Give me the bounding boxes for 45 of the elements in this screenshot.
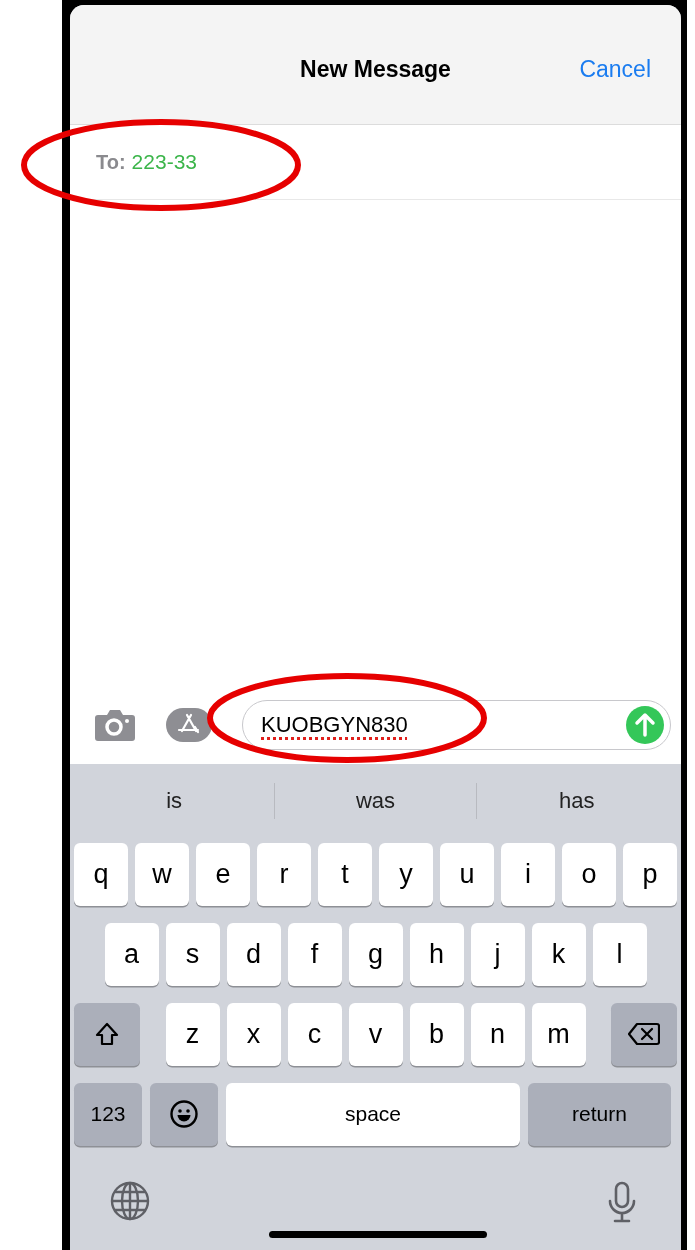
keyboard-key[interactable]: h	[409, 922, 464, 986]
keyboard-key[interactable]: q	[74, 842, 128, 906]
keyboard-key[interactable]: b	[409, 1002, 464, 1066]
keyboard-key[interactable]: i	[501, 842, 555, 906]
keyboard-key[interactable]: y	[379, 842, 433, 906]
keyboard-key[interactable]: w	[135, 842, 189, 906]
keyboard-key[interactable]: j	[470, 922, 525, 986]
keyboard-key[interactable]: u	[440, 842, 494, 906]
word-suggestion[interactable]: was	[275, 788, 476, 814]
keyboard-key[interactable]: d	[226, 922, 281, 986]
keyboard-key[interactable]: k	[531, 922, 586, 986]
keyboard-key[interactable]: n	[470, 1002, 525, 1066]
keyboard-key[interactable]: a	[104, 922, 159, 986]
shift-icon	[94, 1021, 120, 1047]
numbers-key[interactable]: 123	[74, 1082, 142, 1146]
app-store-icon[interactable]	[166, 708, 212, 742]
delete-key[interactable]	[611, 1002, 677, 1066]
emoji-key[interactable]	[150, 1082, 218, 1146]
keyboard-key[interactable]: e	[196, 842, 250, 906]
space-key[interactable]: space	[226, 1082, 520, 1146]
screen-title: New Message	[300, 55, 451, 83]
globe-icon[interactable]	[110, 1180, 150, 1221]
return-key[interactable]: return	[528, 1082, 671, 1146]
word-suggestion[interactable]: is	[74, 788, 275, 814]
word-suggestion[interactable]: has	[476, 788, 677, 814]
keyboard-key[interactable]: c	[287, 1002, 342, 1066]
keyboard-key[interactable]: t	[318, 842, 372, 906]
cancel-button[interactable]: Cancel	[579, 46, 651, 83]
keyboard-key[interactable]: m	[531, 1002, 586, 1066]
shift-key[interactable]	[74, 1002, 140, 1066]
keyboard-key[interactable]: r	[257, 842, 311, 906]
keyboard-key[interactable]: p	[623, 842, 677, 906]
delete-icon	[628, 1022, 660, 1046]
emoji-icon	[169, 1099, 199, 1129]
keyboard-key[interactable]: s	[165, 922, 220, 986]
keyboard-key[interactable]: f	[287, 922, 342, 986]
keyboard-key[interactable]: x	[226, 1002, 281, 1066]
keyboard-key[interactable]: z	[165, 1002, 220, 1066]
keyboard-key[interactable]: g	[348, 922, 403, 986]
camera-icon[interactable]	[94, 708, 136, 742]
keyboard-key[interactable]: v	[348, 1002, 403, 1066]
keyboard-key[interactable]: l	[592, 922, 647, 986]
message-field[interactable]: KUOBGYN830	[242, 700, 671, 750]
microphone-icon[interactable]	[607, 1180, 637, 1223]
keyboard-key[interactable]: o	[562, 842, 616, 906]
